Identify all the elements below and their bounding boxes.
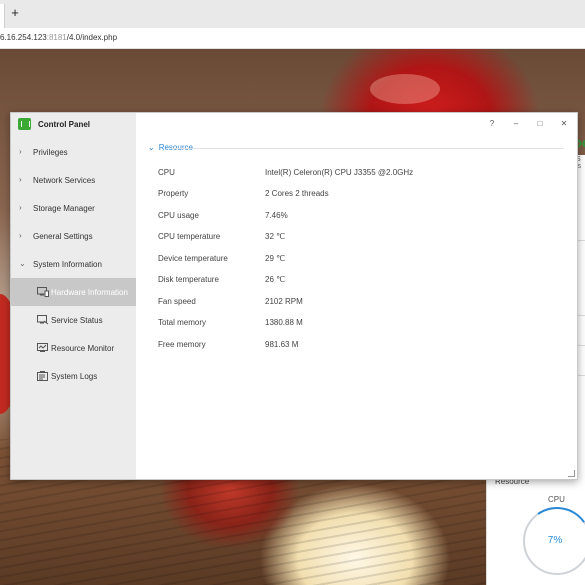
info-row-cpu-usage: CPU usage 7.46% xyxy=(158,211,558,225)
chevron-down-icon: ⌄ xyxy=(19,259,26,268)
window-title: Control Panel xyxy=(38,120,91,129)
sidebar-subitem-label: Service Status xyxy=(51,316,103,325)
info-key: Fan speed xyxy=(158,297,196,306)
cpu-gauge-value: 7% xyxy=(547,535,563,546)
sidebar-subitem-service-status[interactable]: Service Status xyxy=(11,306,136,334)
chevron-right-icon: › xyxy=(19,175,22,184)
sidebar-subitem-system-logs[interactable]: System Logs xyxy=(11,362,136,390)
sidebar-subitem-label: Resource Monitor xyxy=(51,344,115,353)
info-key: CPU temperature xyxy=(158,232,221,241)
section-divider xyxy=(172,148,564,149)
sidebar-item-general-settings[interactable]: › General Settings xyxy=(11,223,136,249)
info-value: 32 ℃ xyxy=(265,232,286,241)
sidebar-subitem-hardware-information[interactable]: Hardware Information xyxy=(11,278,136,306)
hardware-info-icon xyxy=(37,287,49,297)
info-value: 26 ℃ xyxy=(265,275,286,284)
info-key: Device temperature xyxy=(158,254,228,263)
info-key: Disk temperature xyxy=(158,275,219,284)
browser-tab-bar: + xyxy=(0,0,585,29)
chevron-down-icon: ⌄ xyxy=(148,143,155,152)
info-row-property: Property 2 Cores 2 threads xyxy=(158,189,558,203)
url-path: /4.0/index.php xyxy=(66,33,118,42)
info-value: 7.46% xyxy=(265,211,288,220)
info-row-cpu: CPU Intel(R) Celeron(R) CPU J3355 @2.0GHz xyxy=(158,168,558,182)
help-button[interactable]: ? xyxy=(486,118,498,130)
maximize-button[interactable]: □ xyxy=(534,118,546,130)
address-bar[interactable]: 6.16.254.123:8181/4.0/index.php xyxy=(0,28,585,49)
resource-monitor-icon xyxy=(37,343,48,352)
sidebar-item-label: System Information xyxy=(33,260,102,269)
info-row-fan-speed: Fan speed 2102 RPM xyxy=(158,297,558,311)
sidebar-item-storage-manager[interactable]: › Storage Manager xyxy=(11,195,136,221)
url-host: 6.16.254.123 xyxy=(0,33,47,42)
dashboard-cpu-label: CPU xyxy=(548,495,565,504)
sidebar-item-network-services[interactable]: › Network Services xyxy=(11,167,136,193)
resize-handle-icon[interactable] xyxy=(568,470,575,477)
url-text[interactable]: 6.16.254.123:8181/4.0/index.php xyxy=(0,33,117,42)
system-logs-icon xyxy=(37,371,48,381)
info-key: Free memory xyxy=(158,340,206,349)
info-key: CPU usage xyxy=(158,211,199,220)
info-row-device-temperature: Device temperature 29 ℃ xyxy=(158,254,558,268)
info-value: 2102 RPM xyxy=(265,297,303,306)
sidebar-item-system-information[interactable]: ⌄ System Information xyxy=(11,251,136,277)
info-key: CPU xyxy=(158,168,175,177)
control-panel-window: Control Panel › Privileges › Network Ser… xyxy=(10,112,578,480)
info-row-free-memory: Free memory 981.63 M xyxy=(158,340,558,354)
info-row-disk-temperature: Disk temperature 26 ℃ xyxy=(158,275,558,289)
info-key: Total memory xyxy=(158,318,207,327)
info-value: 29 ℃ xyxy=(265,254,286,263)
window-titlebar-left[interactable]: Control Panel xyxy=(11,113,136,135)
chevron-right-icon: › xyxy=(19,231,22,240)
info-row-cpu-temperature: CPU temperature 32 ℃ xyxy=(158,232,558,246)
info-key: Property xyxy=(158,189,189,198)
sidebar-item-privileges[interactable]: › Privileges xyxy=(11,139,136,165)
close-button[interactable]: ✕ xyxy=(558,118,570,130)
sidebar: Control Panel › Privileges › Network Ser… xyxy=(11,113,136,479)
sidebar-subitem-resource-monitor[interactable]: Resource Monitor xyxy=(11,334,136,362)
sidebar-item-label: General Settings xyxy=(33,232,93,241)
browser-tab[interactable] xyxy=(0,4,5,28)
sidebar-item-label: Storage Manager xyxy=(33,204,95,213)
info-value: 2 Cores 2 threads xyxy=(265,189,329,198)
hardware-information-content: ⌄Resource CPUIntel(R) Celeron(R) CPU J33… xyxy=(136,135,577,479)
wallpaper-highlight xyxy=(370,74,440,104)
info-value: Intel(R) Celeron(R) CPU J3355 @2.0GHz xyxy=(265,168,414,177)
info-value: 981.63 M xyxy=(265,340,299,349)
sidebar-item-label: Network Services xyxy=(33,176,96,185)
chevron-right-icon: › xyxy=(19,147,22,156)
control-panel-app-icon xyxy=(18,118,31,130)
url-port: :8181 xyxy=(46,33,67,42)
info-value: 1380.88 M xyxy=(265,318,303,327)
service-status-icon xyxy=(37,315,49,325)
sidebar-subitem-label: Hardware Information xyxy=(51,288,128,297)
chevron-right-icon: › xyxy=(19,203,22,212)
sidebar-item-label: Privileges xyxy=(33,148,68,157)
new-tab-button[interactable]: + xyxy=(8,6,22,20)
minimize-button[interactable]: – xyxy=(510,118,522,130)
sidebar-subitem-label: System Logs xyxy=(51,372,98,381)
info-row-total-memory: Total memory 1380.88 M xyxy=(158,318,558,332)
